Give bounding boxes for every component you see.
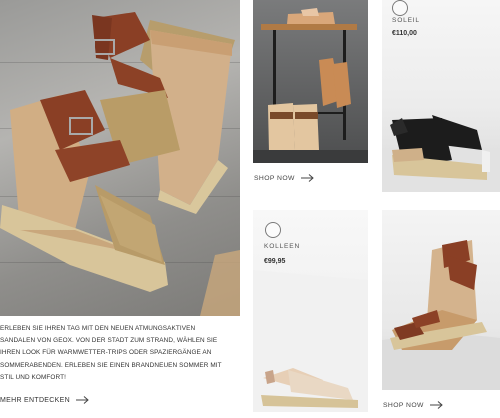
shop-now-link-bottom[interactable]: SHOP NOW [383, 401, 443, 409]
hero-image[interactable] [0, 0, 240, 316]
soleil-sandal-illustration [382, 115, 500, 192]
brand-logo-icon [392, 0, 408, 16]
arrow-right-icon [300, 174, 314, 182]
product-price: €110,00 [392, 30, 417, 37]
wedge-sandal-pair-illustration [0, 12, 240, 316]
shop-now-label: SHOP NOW [383, 401, 424, 409]
product-name: KOLLEEN [264, 243, 301, 250]
product-tile-kolleen[interactable]: KOLLEEN €99,95 [253, 210, 368, 412]
intro-line: SANDALEN VON GEOX. VON DER STADT ZUM STR… [0, 337, 218, 345]
intro-line: IHREN LOOK FÜR WARMWETTER-TRIPS ODER SPA… [0, 349, 212, 357]
stool-sandals-illustration [253, 0, 368, 163]
arrow-right-icon [429, 401, 443, 409]
discover-more-link[interactable]: MEHR ENTDECKEN [0, 396, 89, 404]
brand-logo-icon [265, 222, 281, 238]
shop-now-label: SHOP NOW [254, 174, 295, 182]
wedge-sandal-illustration [382, 240, 500, 390]
product-name: SOLEIL [392, 17, 420, 24]
lifestyle-tile-stool[interactable] [253, 0, 368, 163]
shop-now-link-top[interactable]: SHOP NOW [254, 174, 314, 182]
intro-line: ERLEBEN SIE IHREN TAG MIT DEN NEUEN ATMU… [0, 325, 196, 332]
lifestyle-tile-wedge[interactable] [382, 210, 500, 390]
product-tile-soleil[interactable]: SOLEIL €110,00 [382, 0, 500, 192]
kolleen-sandal-illustration [253, 270, 368, 412]
discover-more-label: MEHR ENTDECKEN [0, 396, 70, 404]
intro-line: SOMMERABENDEN. ERLEBEN SIE EINEN BRANDNE… [0, 361, 222, 369]
product-price: €99,95 [264, 258, 286, 265]
intro-line: STIL UND KOMFORT! [0, 373, 66, 381]
intro-copy: ERLEBEN SIE IHREN TAG MIT DEN NEUEN ATMU… [0, 323, 240, 384]
arrow-right-icon [75, 396, 89, 404]
